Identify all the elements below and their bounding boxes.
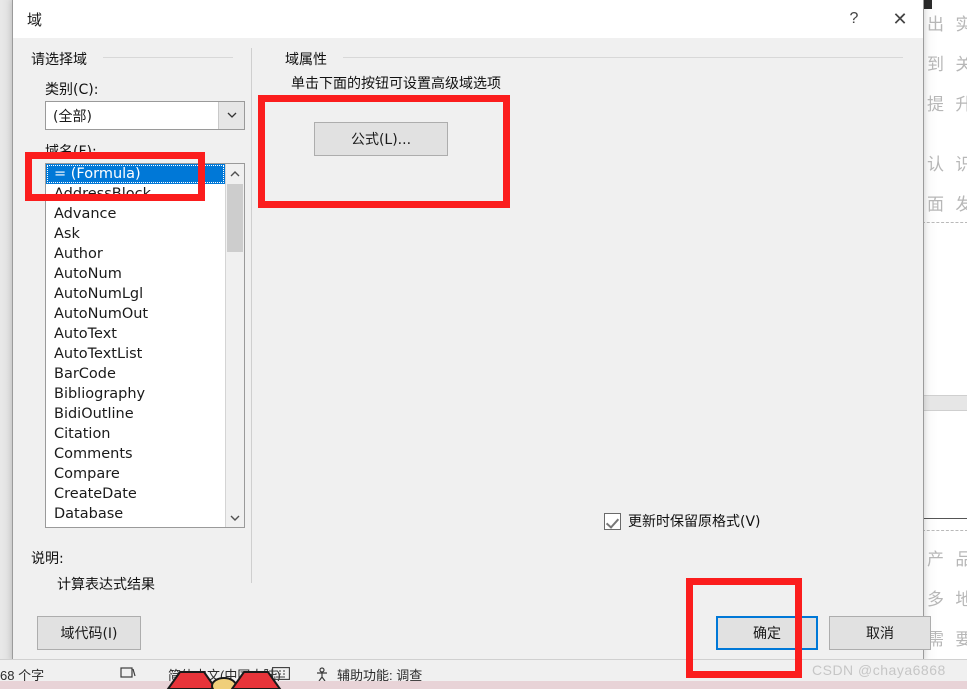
chevron-down-glyph bbox=[227, 112, 236, 118]
list-item[interactable]: Compare bbox=[46, 464, 225, 484]
description-label: 说明: bbox=[31, 551, 64, 567]
fieldname-label: 域名(F): bbox=[45, 144, 97, 160]
field-properties-hint: 单击下面的按钮可设置高级域选项 bbox=[291, 76, 501, 92]
category-label: 类别(C): bbox=[45, 82, 99, 98]
list-item[interactable]: = (Formula) bbox=[46, 164, 225, 184]
document-solid-rule bbox=[922, 518, 967, 519]
list-item[interactable]: Citation bbox=[46, 424, 225, 444]
screen-root: 出 实 到 关 提 升 认 识 面 发 产 品 多 地 需 要 域 ? ✕ 请选… bbox=[0, 0, 967, 689]
list-item[interactable]: Advance bbox=[46, 204, 225, 224]
list-item[interactable]: Author bbox=[46, 244, 225, 264]
background-doc-line: 需 要 bbox=[927, 630, 967, 650]
left-group-header: 请选择域 bbox=[31, 49, 93, 69]
taskbar-band bbox=[0, 681, 967, 689]
background-doc-line: 到 关 bbox=[927, 55, 967, 75]
background-doc-line: 产 品 bbox=[927, 550, 967, 570]
preserve-format-checkbox[interactable]: 更新时保留原格式(V) bbox=[604, 511, 761, 531]
scroll-down-icon[interactable] bbox=[226, 509, 244, 527]
category-combobox[interactable]: (全部) bbox=[45, 101, 245, 130]
list-item[interactable]: Database bbox=[46, 504, 225, 524]
background-doc-line: 出 实 bbox=[927, 15, 967, 35]
help-icon[interactable]: ? bbox=[831, 0, 877, 38]
background-doc-line: 多 地 bbox=[927, 590, 967, 610]
chevron-down-glyph bbox=[230, 515, 240, 521]
formula-button[interactable]: 公式(L)... bbox=[314, 122, 448, 156]
right-group-header: 域属性 bbox=[285, 49, 333, 69]
list-item[interactable]: AutoNum bbox=[46, 264, 225, 284]
background-doc-line: 认 识 bbox=[927, 155, 967, 175]
document-dashed-rule bbox=[922, 530, 967, 531]
taskbar-icon-glyph bbox=[166, 671, 282, 689]
field-dialog: 域 ? ✕ 请选择域 域属性 类别(C): (全部) 域名(F): = (For… bbox=[12, 0, 931, 661]
listbox-scrollbar[interactable] bbox=[225, 164, 244, 527]
left-group-rule bbox=[103, 57, 233, 58]
list-item[interactable]: BarCode bbox=[46, 364, 225, 384]
scroll-up-icon[interactable] bbox=[226, 164, 244, 182]
list-item[interactable]: Bibliography bbox=[46, 384, 225, 404]
background-document-page: 出 实 到 关 提 升 认 识 面 发 产 品 多 地 需 要 bbox=[922, 0, 967, 660]
csdn-watermark: CSDN @chaya6868 bbox=[812, 662, 946, 678]
background-doc-line: 面 发 bbox=[927, 195, 967, 215]
fieldname-listbox[interactable]: = (Formula) AddressBlock Advance Ask Author A… bbox=[45, 163, 245, 528]
taskbar-app-icon bbox=[160, 670, 290, 689]
list-item[interactable]: AutoNumOut bbox=[46, 304, 225, 324]
dialog-titlebar: 域 ? ✕ bbox=[13, 0, 923, 38]
list-item[interactable]: AutoText bbox=[46, 324, 225, 344]
list-item[interactable]: Ask bbox=[46, 224, 225, 244]
panel-separator bbox=[251, 48, 252, 583]
document-dashed-rule bbox=[922, 222, 967, 223]
cancel-button[interactable]: 取消 bbox=[829, 616, 931, 650]
document-gray-band bbox=[922, 395, 967, 411]
preserve-format-label: 更新时保留原格式(V) bbox=[628, 514, 761, 530]
chevron-up-glyph bbox=[230, 170, 240, 176]
proofing-glyph bbox=[120, 667, 136, 678]
category-value: (全部) bbox=[53, 108, 92, 125]
dialog-title: 域 bbox=[27, 11, 43, 29]
document-tab-marker bbox=[923, 0, 932, 9]
ok-button[interactable]: 确定 bbox=[716, 616, 818, 650]
chevron-down-icon[interactable] bbox=[218, 102, 244, 129]
list-item[interactable]: AddressBlock bbox=[46, 184, 225, 204]
accessibility-glyph bbox=[317, 667, 327, 682]
background-document-pane: 出 实 到 关 提 升 认 识 面 发 产 品 多 地 需 要 bbox=[921, 0, 967, 660]
list-item[interactable]: CreateDate bbox=[46, 484, 225, 504]
list-item[interactable]: Comments bbox=[46, 444, 225, 464]
field-code-button[interactable]: 域代码(I) bbox=[37, 616, 141, 650]
checkmark-icon[interactable] bbox=[604, 512, 621, 530]
right-group-rule bbox=[343, 57, 903, 58]
scrollbar-thumb[interactable] bbox=[227, 184, 243, 252]
description-text: 计算表达式结果 bbox=[57, 577, 155, 593]
fieldname-list-items[interactable]: = (Formula) AddressBlock Advance Ask Author A… bbox=[46, 164, 225, 527]
background-doc-line: 提 升 bbox=[927, 95, 967, 115]
list-item[interactable]: AutoNumLgl bbox=[46, 284, 225, 304]
list-item[interactable]: BidiOutline bbox=[46, 404, 225, 424]
close-icon[interactable]: ✕ bbox=[877, 0, 923, 38]
list-item[interactable]: AutoTextList bbox=[46, 344, 225, 364]
